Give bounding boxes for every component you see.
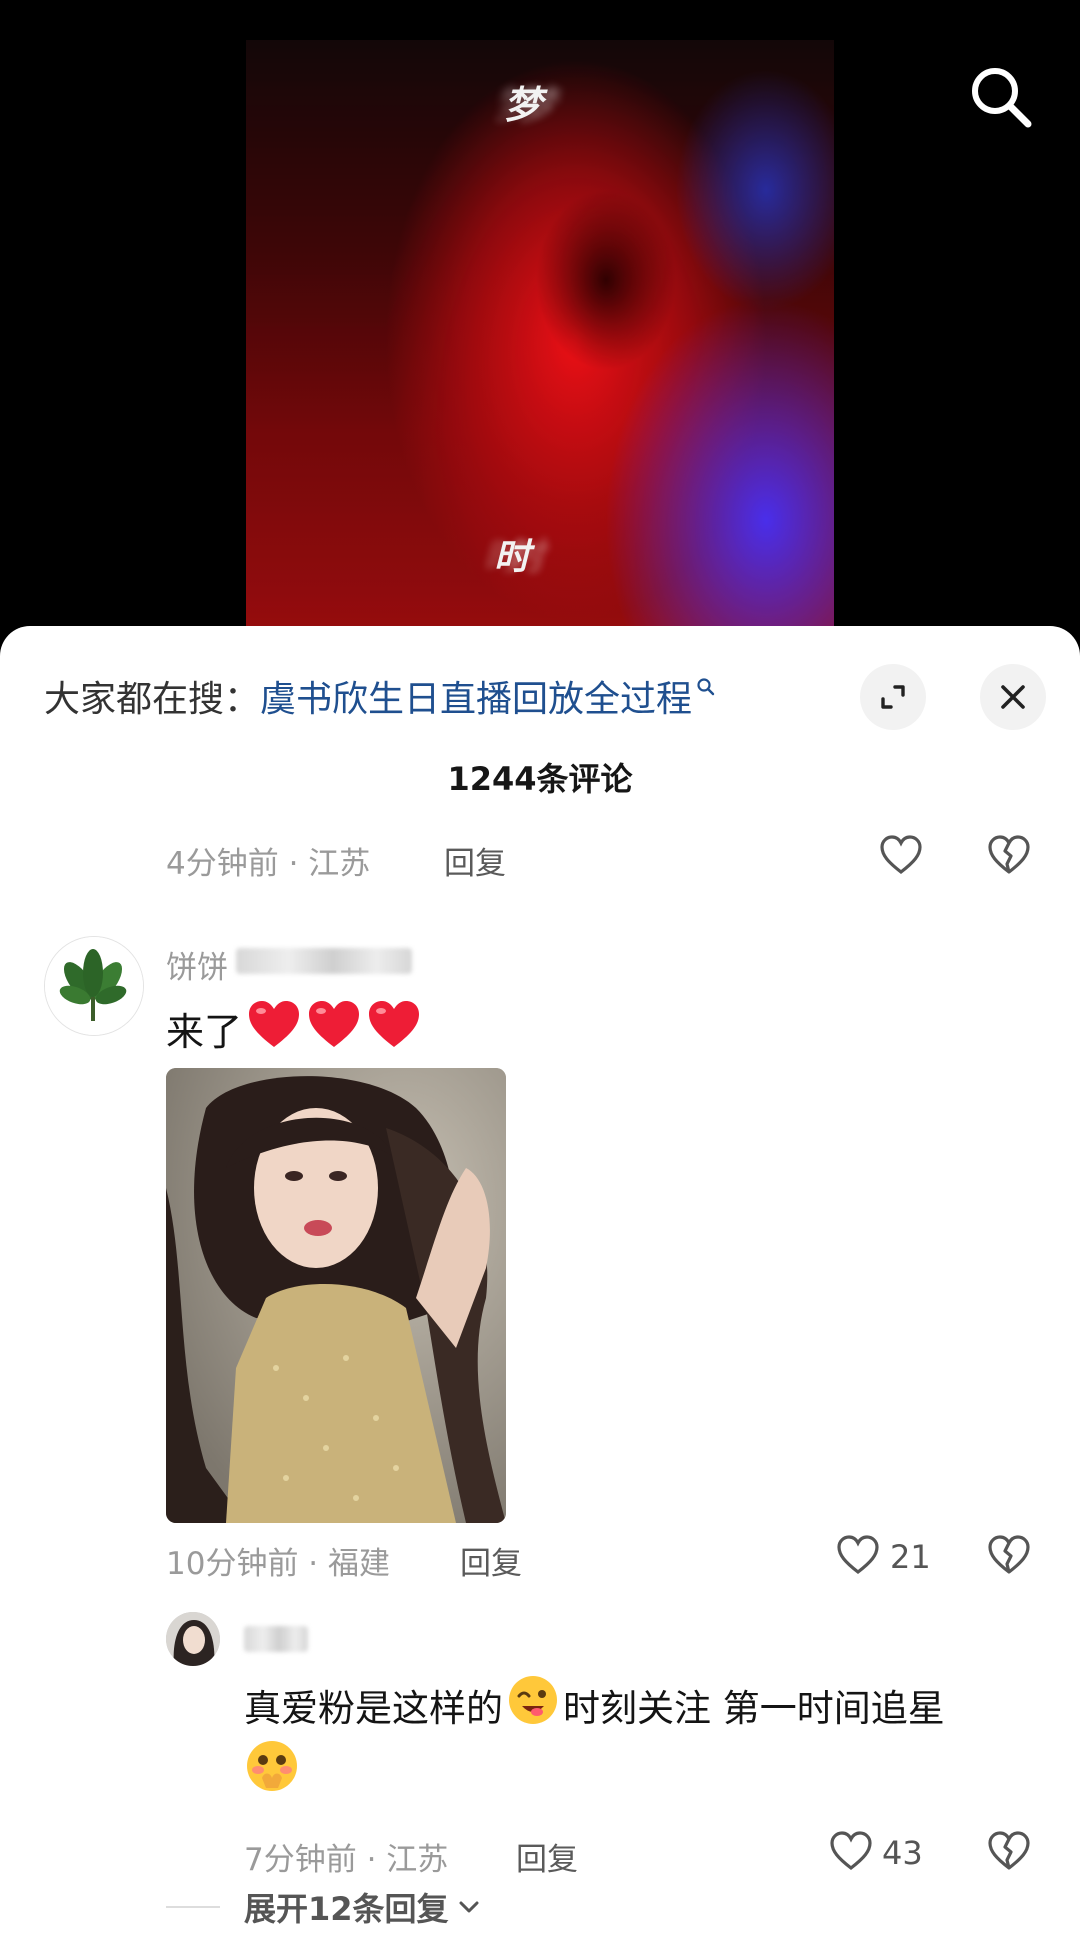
heart-emoji-icon [366,998,422,1059]
comment-text: 来了 [166,998,422,1059]
like-button[interactable] [835,1534,881,1580]
search-icon [972,68,1032,128]
dislike-icon [988,1831,1030,1870]
like-icon [830,1831,872,1871]
like-count: 21 [890,1538,931,1576]
heart-emoji-icon [246,998,302,1059]
avatar[interactable] [166,1612,220,1666]
reply-button[interactable]: 回复 [444,838,506,883]
like-button[interactable] [828,1830,874,1876]
search-small-icon [696,665,716,706]
video-frame[interactable]: 梦 时 [246,40,834,640]
avatar[interactable] [44,936,144,1036]
shy-emoji-icon [244,1738,300,1803]
trending-query-link[interactable]: 虞书欣生日直播回放全过程 [260,670,692,722]
dislike-button[interactable] [986,1534,1032,1580]
comment-text-body: 来了 [166,1010,243,1054]
reply-button[interactable]: 回复 [460,1538,522,1583]
close-icon [1001,685,1025,709]
dislike-icon [988,835,1030,874]
expand-icon [881,685,905,709]
video-player[interactable]: 梦 时 [0,0,1080,640]
username-redacted [244,1626,308,1652]
divider-line [166,1906,220,1908]
wink-emoji-icon [507,1674,559,1735]
dislike-icon [988,1535,1030,1574]
video-title-glyph: 梦 [504,82,542,127]
reply-button[interactable]: 回复 [516,1834,578,1879]
expand-replies-label: 展开12条回复 [244,1890,449,1928]
like-button[interactable] [878,834,924,880]
chevron-down-icon [459,1901,479,1913]
heart-emoji-icon [306,998,362,1059]
video-subtitle-glyph: 时 [494,536,530,578]
dislike-button[interactable] [986,1830,1032,1876]
expand-button[interactable] [860,664,926,730]
like-icon [837,1535,879,1575]
comment-count-title: 1244条评论 [447,760,633,798]
reply-text-part2: 时刻关注 第一时间追星 [563,1686,945,1730]
search-button[interactable] [966,62,1036,132]
close-button[interactable] [980,664,1046,730]
trending-prefix: 大家都在搜： [44,679,261,720]
reply-text-part1: 真爱粉是这样的 [244,1686,503,1730]
like-count: 43 [882,1834,923,1872]
trending-search-bar[interactable]: 大家都在搜： 虞书欣生日直播回放全过程 [44,666,716,726]
comment-username[interactable]: 饼饼 [166,942,228,987]
comment-meta: 4分钟前 · 江苏 [166,846,371,882]
username-redacted [236,948,412,974]
like-icon [880,835,922,875]
reply-text: 真爱粉是这样的 时刻关注 第一时间追星 [244,1674,945,1735]
comment-meta: 10分钟前 · 福建 [166,1546,391,1582]
comment-image[interactable] [166,1068,506,1523]
dislike-button[interactable] [986,834,1032,880]
expand-replies-button[interactable]: 展开12条回复 [244,1884,483,1930]
reply-meta: 7分钟前 · 江苏 [244,1842,449,1878]
comment-sheet: 大家都在搜： 虞书欣生日直播回放全过程 1244条评论 4分钟前 · 江苏 回复 [0,626,1080,1952]
